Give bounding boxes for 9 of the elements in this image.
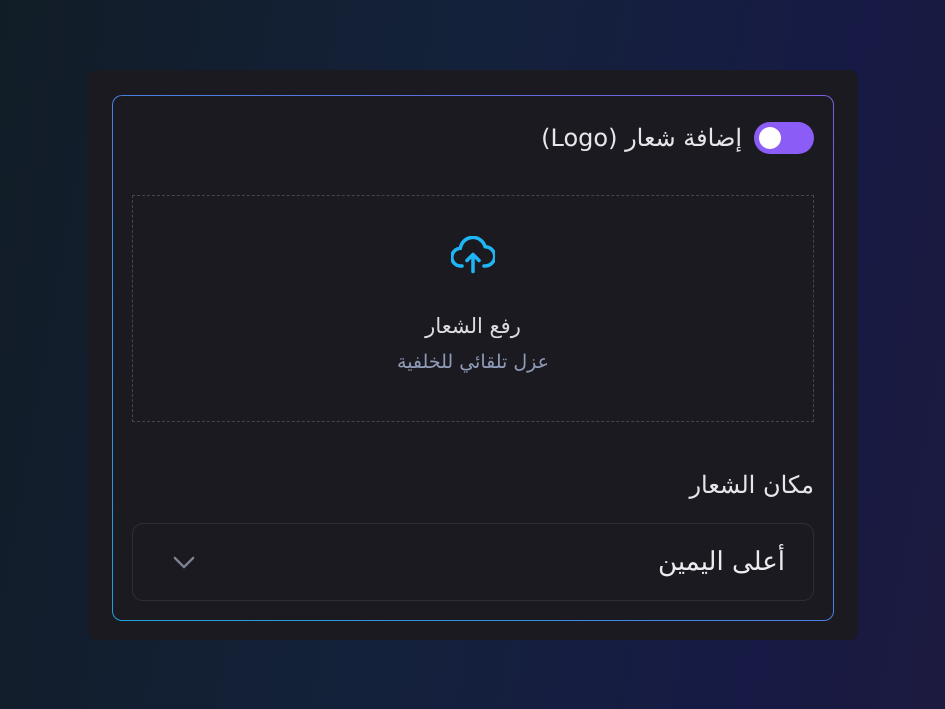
toggle-label: إضافة شعار (Logo)	[541, 124, 742, 152]
cloud-upload-icon	[451, 236, 495, 274]
upload-title: رفع الشعار	[425, 314, 521, 338]
logo-upload-dropzone[interactable]: رفع الشعار عزل تلقائي للخلفية	[132, 195, 814, 422]
position-select[interactable]: أعلى اليمين	[132, 523, 814, 601]
logo-toggle-switch[interactable]	[754, 122, 814, 154]
chevron-down-icon	[173, 556, 195, 568]
position-label: مكان الشعار	[689, 471, 814, 499]
upload-subtitle: عزل تلقائي للخلفية	[397, 351, 549, 373]
